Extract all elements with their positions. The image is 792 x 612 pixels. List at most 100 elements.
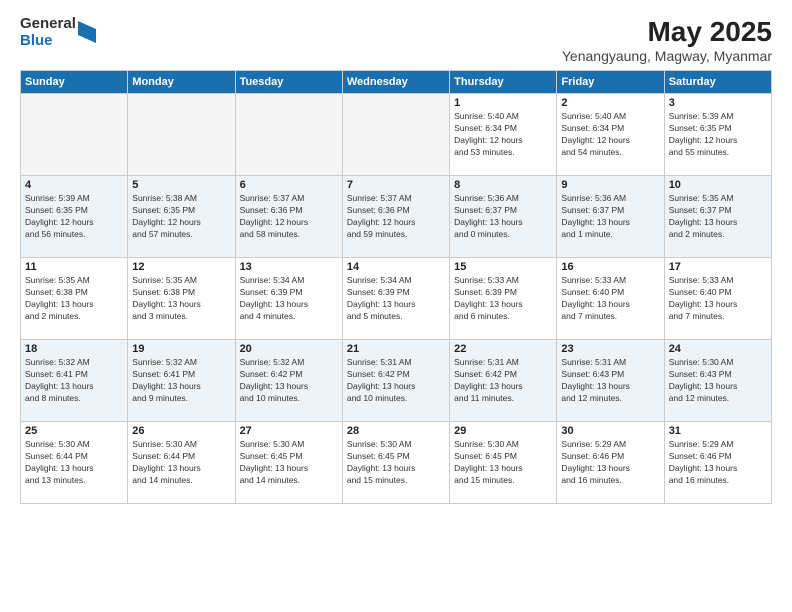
table-row: 19 Sunrise: 5:32 AM Sunset: 6:41 PM Dayli… — [128, 340, 235, 422]
page: General Blue May 2025 Yenangyaung, Magwa… — [0, 0, 792, 612]
day-info: Sunrise: 5:35 AM Sunset: 6:37 PM Dayligh… — [669, 193, 767, 241]
day-info: Sunrise: 5:34 AM Sunset: 6:39 PM Dayligh… — [347, 275, 445, 323]
calendar-week-4: 18 Sunrise: 5:32 AM Sunset: 6:41 PM Dayli… — [21, 340, 772, 422]
day-info: Sunrise: 5:30 AM Sunset: 6:43 PM Dayligh… — [669, 357, 767, 405]
table-row: 28 Sunrise: 5:30 AM Sunset: 6:45 PM Dayli… — [342, 422, 449, 504]
day-info: Sunrise: 5:29 AM Sunset: 6:46 PM Dayligh… — [669, 439, 767, 487]
day-info: Sunrise: 5:39 AM Sunset: 6:35 PM Dayligh… — [25, 193, 123, 241]
day-number: 25 — [25, 425, 123, 437]
logo: General Blue — [20, 16, 96, 49]
day-number: 29 — [454, 425, 552, 437]
day-number: 22 — [454, 343, 552, 355]
table-row: 27 Sunrise: 5:30 AM Sunset: 6:45 PM Dayli… — [235, 422, 342, 504]
day-number: 21 — [347, 343, 445, 355]
table-row: 29 Sunrise: 5:30 AM Sunset: 6:45 PM Dayli… — [450, 422, 557, 504]
table-row: 24Sunrise: 5:30 AM Sunset: 6:43 PM Dayli… — [664, 340, 771, 422]
table-row: 2 Sunrise: 5:40 AM Sunset: 6:34 PM Daylig… — [557, 94, 664, 176]
day-number: 18 — [25, 343, 123, 355]
day-info: Sunrise: 5:30 AM Sunset: 6:45 PM Dayligh… — [454, 439, 552, 487]
day-info: Sunrise: 5:29 AM Sunset: 6:46 PM Dayligh… — [561, 439, 659, 487]
day-info: Sunrise: 5:38 AM Sunset: 6:35 PM Dayligh… — [132, 193, 230, 241]
day-info: Sunrise: 5:32 AM Sunset: 6:42 PM Dayligh… — [240, 357, 338, 405]
logo-general: General — [20, 16, 76, 33]
day-info: Sunrise: 5:31 AM Sunset: 6:42 PM Dayligh… — [454, 357, 552, 405]
day-info: Sunrise: 5:40 AM Sunset: 6:34 PM Dayligh… — [561, 111, 659, 159]
col-monday: Monday — [128, 71, 235, 94]
day-number: 23 — [561, 343, 659, 355]
day-number: 17 — [669, 261, 767, 273]
header: General Blue May 2025 Yenangyaung, Magwa… — [20, 16, 772, 64]
day-number: 13 — [240, 261, 338, 273]
day-info: Sunrise: 5:34 AM Sunset: 6:39 PM Dayligh… — [240, 275, 338, 323]
day-info: Sunrise: 5:40 AM Sunset: 6:34 PM Dayligh… — [454, 111, 552, 159]
calendar-week-2: 4Sunrise: 5:39 AM Sunset: 6:35 PM Daylig… — [21, 176, 772, 258]
day-number: 14 — [347, 261, 445, 273]
day-info: Sunrise: 5:30 AM Sunset: 6:45 PM Dayligh… — [240, 439, 338, 487]
col-saturday: Saturday — [664, 71, 771, 94]
day-info: Sunrise: 5:36 AM Sunset: 6:37 PM Dayligh… — [454, 193, 552, 241]
day-info: Sunrise: 5:35 AM Sunset: 6:38 PM Dayligh… — [132, 275, 230, 323]
col-sunday: Sunday — [21, 71, 128, 94]
day-number: 10 — [669, 179, 767, 191]
day-info: Sunrise: 5:33 AM Sunset: 6:39 PM Dayligh… — [454, 275, 552, 323]
day-info: Sunrise: 5:37 AM Sunset: 6:36 PM Dayligh… — [347, 193, 445, 241]
table-row: 14 Sunrise: 5:34 AM Sunset: 6:39 PM Dayli… — [342, 258, 449, 340]
day-number: 30 — [561, 425, 659, 437]
table-row — [235, 94, 342, 176]
table-row: 8 Sunrise: 5:36 AM Sunset: 6:37 PM Daylig… — [450, 176, 557, 258]
day-info: Sunrise: 5:35 AM Sunset: 6:38 PM Dayligh… — [25, 275, 123, 323]
table-row — [21, 94, 128, 176]
day-info: Sunrise: 5:30 AM Sunset: 6:44 PM Dayligh… — [25, 439, 123, 487]
day-number: 28 — [347, 425, 445, 437]
table-row: 1Sunrise: 5:40 AM Sunset: 6:34 PM Daylig… — [450, 94, 557, 176]
day-number: 20 — [240, 343, 338, 355]
logo-blue: Blue — [20, 33, 76, 50]
day-number: 15 — [454, 261, 552, 273]
calendar-week-5: 25 Sunrise: 5:30 AM Sunset: 6:44 PM Dayli… — [21, 422, 772, 504]
day-number: 26 — [132, 425, 230, 437]
col-friday: Friday — [557, 71, 664, 94]
day-number: 11 — [25, 261, 123, 273]
subtitle: Yenangyaung, Magway, Myanmar — [562, 48, 772, 64]
table-row: 25 Sunrise: 5:30 AM Sunset: 6:44 PM Dayli… — [21, 422, 128, 504]
table-row — [342, 94, 449, 176]
day-number: 27 — [240, 425, 338, 437]
day-info: Sunrise: 5:33 AM Sunset: 6:40 PM Dayligh… — [561, 275, 659, 323]
table-row: 23Sunrise: 5:31 AM Sunset: 6:43 PM Dayli… — [557, 340, 664, 422]
col-thursday: Thursday — [450, 71, 557, 94]
calendar-week-1: 1Sunrise: 5:40 AM Sunset: 6:34 PM Daylig… — [21, 94, 772, 176]
day-info: Sunrise: 5:37 AM Sunset: 6:36 PM Dayligh… — [240, 193, 338, 241]
day-number: 19 — [132, 343, 230, 355]
table-row: 21 Sunrise: 5:31 AM Sunset: 6:42 PM Dayli… — [342, 340, 449, 422]
table-row: 5 Sunrise: 5:38 AM Sunset: 6:35 PM Daylig… — [128, 176, 235, 258]
day-number: 2 — [561, 97, 659, 109]
day-number: 5 — [132, 179, 230, 191]
day-info: Sunrise: 5:31 AM Sunset: 6:42 PM Dayligh… — [347, 357, 445, 405]
table-row: 10 Sunrise: 5:35 AM Sunset: 6:37 PM Dayli… — [664, 176, 771, 258]
table-row: 31Sunrise: 5:29 AM Sunset: 6:46 PM Dayli… — [664, 422, 771, 504]
table-row: 18 Sunrise: 5:32 AM Sunset: 6:41 PM Dayli… — [21, 340, 128, 422]
day-info: Sunrise: 5:32 AM Sunset: 6:41 PM Dayligh… — [25, 357, 123, 405]
day-info: Sunrise: 5:36 AM Sunset: 6:37 PM Dayligh… — [561, 193, 659, 241]
table-row: 17 Sunrise: 5:33 AM Sunset: 6:40 PM Dayli… — [664, 258, 771, 340]
day-number: 12 — [132, 261, 230, 273]
table-row: 15 Sunrise: 5:33 AM Sunset: 6:39 PM Dayli… — [450, 258, 557, 340]
calendar: Sunday Monday Tuesday Wednesday Thursday… — [20, 70, 772, 504]
table-row: 4Sunrise: 5:39 AM Sunset: 6:35 PM Daylig… — [21, 176, 128, 258]
col-tuesday: Tuesday — [235, 71, 342, 94]
table-row: 22 Sunrise: 5:31 AM Sunset: 6:42 PM Dayli… — [450, 340, 557, 422]
table-row — [128, 94, 235, 176]
day-info: Sunrise: 5:33 AM Sunset: 6:40 PM Dayligh… — [669, 275, 767, 323]
calendar-week-3: 11 Sunrise: 5:35 AM Sunset: 6:38 PM Dayli… — [21, 258, 772, 340]
day-info: Sunrise: 5:32 AM Sunset: 6:41 PM Dayligh… — [132, 357, 230, 405]
table-row: 7Sunrise: 5:37 AM Sunset: 6:36 PM Daylig… — [342, 176, 449, 258]
table-row: 12 Sunrise: 5:35 AM Sunset: 6:38 PM Dayli… — [128, 258, 235, 340]
day-number: 9 — [561, 179, 659, 191]
day-info: Sunrise: 5:30 AM Sunset: 6:45 PM Dayligh… — [347, 439, 445, 487]
title-block: May 2025 Yenangyaung, Magway, Myanmar — [562, 16, 772, 64]
col-wednesday: Wednesday — [342, 71, 449, 94]
table-row: 26Sunrise: 5:30 AM Sunset: 6:44 PM Dayli… — [128, 422, 235, 504]
table-row: 30 Sunrise: 5:29 AM Sunset: 6:46 PM Dayli… — [557, 422, 664, 504]
day-number: 8 — [454, 179, 552, 191]
table-row: 6Sunrise: 5:37 AM Sunset: 6:36 PM Daylig… — [235, 176, 342, 258]
